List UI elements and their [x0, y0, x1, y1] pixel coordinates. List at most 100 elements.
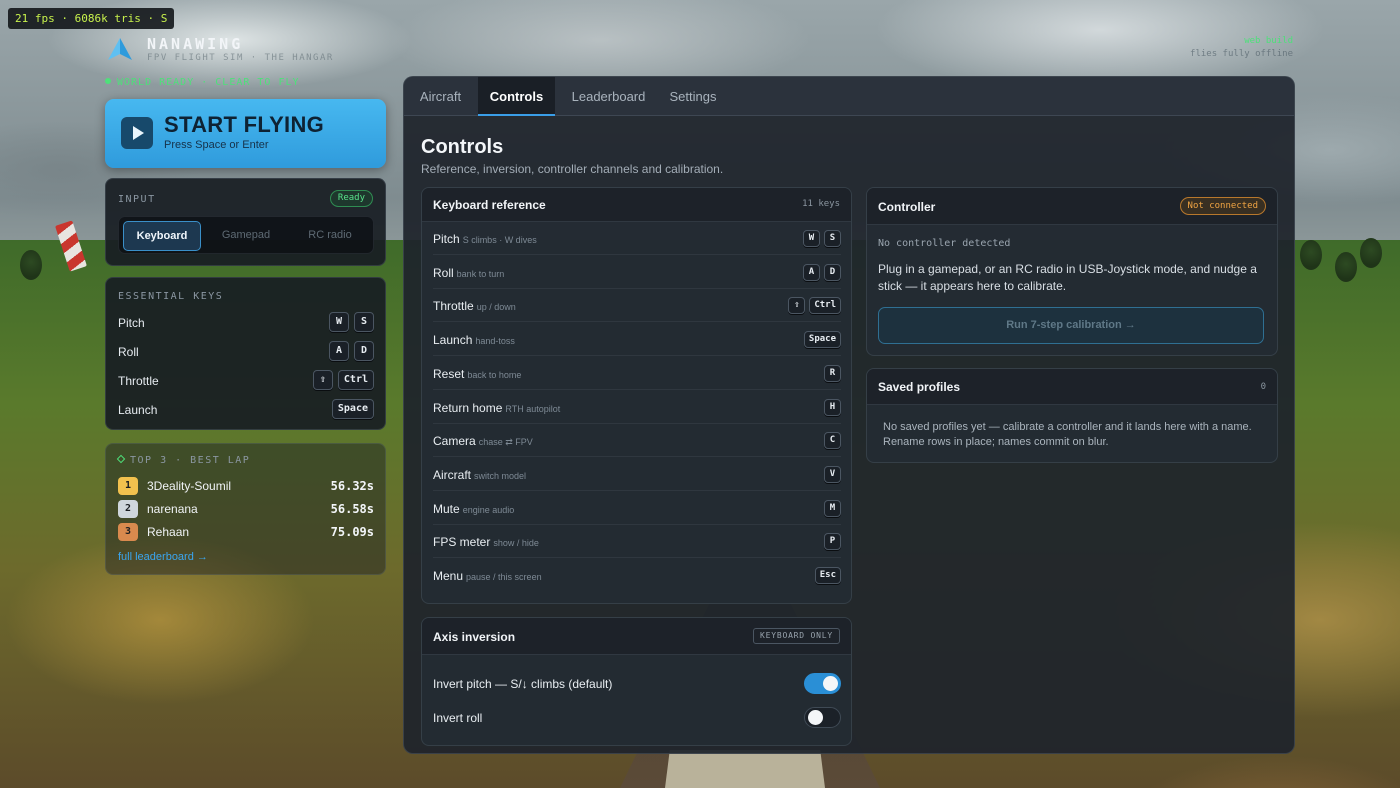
action-hint: S climbs · W dives [462, 235, 537, 245]
tab-leaderboard[interactable]: Leaderboard [556, 77, 661, 116]
runway-marking [665, 750, 825, 788]
key-cap: S [354, 312, 374, 332]
nanawing-logo-icon [108, 38, 132, 60]
essential-key-row: Roll AD [118, 341, 374, 363]
keyboard-reference-row: Launch hand-toss Space [433, 323, 841, 357]
action-label: FPS meter [433, 535, 491, 550]
invert-roll-toggle[interactable] [804, 707, 841, 728]
action-label: Menu [433, 569, 464, 583]
action-hint: back to home [467, 369, 522, 380]
key-cap: Space [331, 399, 374, 419]
pilot-name: Rehaan [147, 525, 190, 539]
key-cap: H [824, 398, 841, 416]
start-flying-button[interactable]: START FLYING Press Space or Enter [105, 99, 386, 168]
invert-pitch-toggle[interactable] [804, 673, 841, 694]
action-label: Return home [433, 400, 503, 415]
status-dot-icon [105, 78, 111, 84]
keyboard-only-badge: KEYBOARD ONLY [752, 628, 840, 644]
tab-aircraft[interactable]: Aircraft [404, 77, 477, 116]
card-header: Saved profiles 0 [867, 369, 1277, 405]
action-hint: engine audio [462, 504, 515, 515]
action-hint: RTH autopilot [505, 403, 561, 414]
essential-keys-label: ESSENTIAL KEYS [118, 291, 224, 302]
action-name: Reset back to home [433, 367, 521, 381]
leaderboard-preview-label: TOP 3 · BEST LAP [130, 455, 251, 466]
action-name: Aircraft switch model [433, 468, 526, 482]
tree [1335, 252, 1357, 282]
full-leaderboard-link[interactable]: full leaderboard → [118, 551, 208, 563]
axis-inversion-card: Axis inversion KEYBOARD ONLY Invert pitc… [421, 617, 852, 746]
saved-profiles-title: Saved profiles [878, 380, 961, 394]
pilot-name: 3Deality-Soumil [147, 479, 232, 493]
build-tag: web build [1244, 36, 1293, 46]
leaderboard-entry: 1 3Deality-Soumil 56.32s [118, 477, 374, 495]
key-cap: M [824, 499, 841, 517]
card-header: Keyboard reference 11 keys [422, 188, 851, 222]
key-cap: Ctrl [337, 370, 374, 390]
input-mode-rc-radio[interactable]: RC radio [291, 221, 369, 251]
key-count: 11 keys [802, 199, 840, 209]
rank-badge: 3 [118, 523, 138, 541]
controller-title: Controller [878, 200, 936, 214]
invert-roll-row: Invert roll [433, 706, 841, 730]
action-label: Pitch [433, 232, 460, 246]
essential-key-label: Launch [118, 403, 158, 417]
rank-badge: 1 [118, 477, 138, 495]
key-cap: A [803, 263, 820, 281]
action-name: Roll bank to turn [433, 266, 504, 280]
key-cap: D [824, 263, 841, 281]
pilot-name: narenana [147, 502, 198, 516]
keyboard-reference-row: FPS meter show / hide P [433, 525, 841, 559]
action-name: Throttle up / down [433, 299, 516, 313]
essential-key-row: Throttle ⇧ Ctrl [118, 370, 374, 392]
tree [1300, 240, 1322, 270]
essential-keys-panel: ESSENTIAL KEYS Pitch WS Roll AD Throttle… [105, 277, 386, 430]
action-name: FPS meter show / hide [433, 535, 539, 549]
tab-controls[interactable]: Controls [478, 77, 555, 116]
invert-roll-label: Invert roll [433, 711, 483, 725]
keyboard-reference-row: Aircraft switch model V [433, 458, 841, 491]
keyboard-reference-row: Camera chase ⇄ FPV C [433, 424, 841, 458]
invert-pitch-label: Invert pitch — S/↓ climbs (default) [433, 677, 613, 691]
tab-bar: Aircraft Controls Leaderboard Settings [404, 77, 1294, 116]
saved-profiles-empty-text: No saved profiles yet — calibrate a cont… [883, 421, 1252, 448]
action-label: Camera [433, 434, 476, 449]
key-cap: P [824, 533, 841, 551]
keyboard-reference-row: Return home RTH autopilot H [433, 391, 841, 424]
action-label: Throttle [433, 299, 474, 314]
controller-card: Controller Not connected No controller d… [866, 187, 1278, 356]
brand-subtitle: FPV FLIGHT SIM · THE HANGAR [147, 53, 334, 63]
input-label: INPUT [118, 194, 156, 205]
key-cap: Ctrl [809, 297, 841, 315]
shift-key-icon: ⇧ [788, 297, 806, 315]
action-hint: pause / this screen [466, 572, 542, 582]
start-flying-hint: Press Space or Enter [164, 139, 269, 151]
input-mode-keyboard[interactable]: Keyboard [123, 221, 201, 251]
card-header: Controller Not connected [867, 188, 1277, 225]
keyboard-reference-card: Keyboard reference 11 keys Pitch S climbs… [421, 187, 852, 604]
leaderboard-entry: 2 narenana 56.58s [118, 500, 374, 518]
input-mode-gamepad[interactable]: Gamepad [207, 221, 285, 251]
keyboard-reference-row: Mute engine audio M [433, 492, 841, 525]
action-hint: hand-toss [475, 336, 515, 347]
world-status-text: WORLD READY · CLEAR TO FLY [117, 77, 300, 88]
leaderboard-entry: 3 Rehaan 75.09s [118, 523, 374, 541]
action-label: Roll [433, 265, 454, 280]
key-cap: C [824, 432, 841, 450]
keyboard-reference-row: Pitch S climbs · W dives W S [433, 222, 841, 255]
tab-settings[interactable]: Settings [662, 77, 724, 116]
action-label: Launch [433, 333, 473, 348]
tree [1360, 238, 1382, 268]
tree [20, 250, 42, 280]
invert-pitch-row: Invert pitch — S/↓ climbs (default) [433, 672, 841, 696]
keyboard-reference-row: Roll bank to turn A D [433, 256, 841, 289]
essential-key-label: Pitch [118, 316, 145, 330]
key-cap: D [354, 341, 374, 361]
page-title: Controls [421, 136, 504, 158]
run-calibration-button[interactable]: Run 7-step calibration → [878, 307, 1264, 344]
action-name: Mute engine audio [433, 502, 514, 516]
key-cap: W [803, 230, 820, 247]
key-cap: W [329, 312, 349, 332]
keyboard-reference-row: Reset back to home R [433, 357, 841, 390]
essential-key-row: Pitch WS [118, 312, 374, 334]
